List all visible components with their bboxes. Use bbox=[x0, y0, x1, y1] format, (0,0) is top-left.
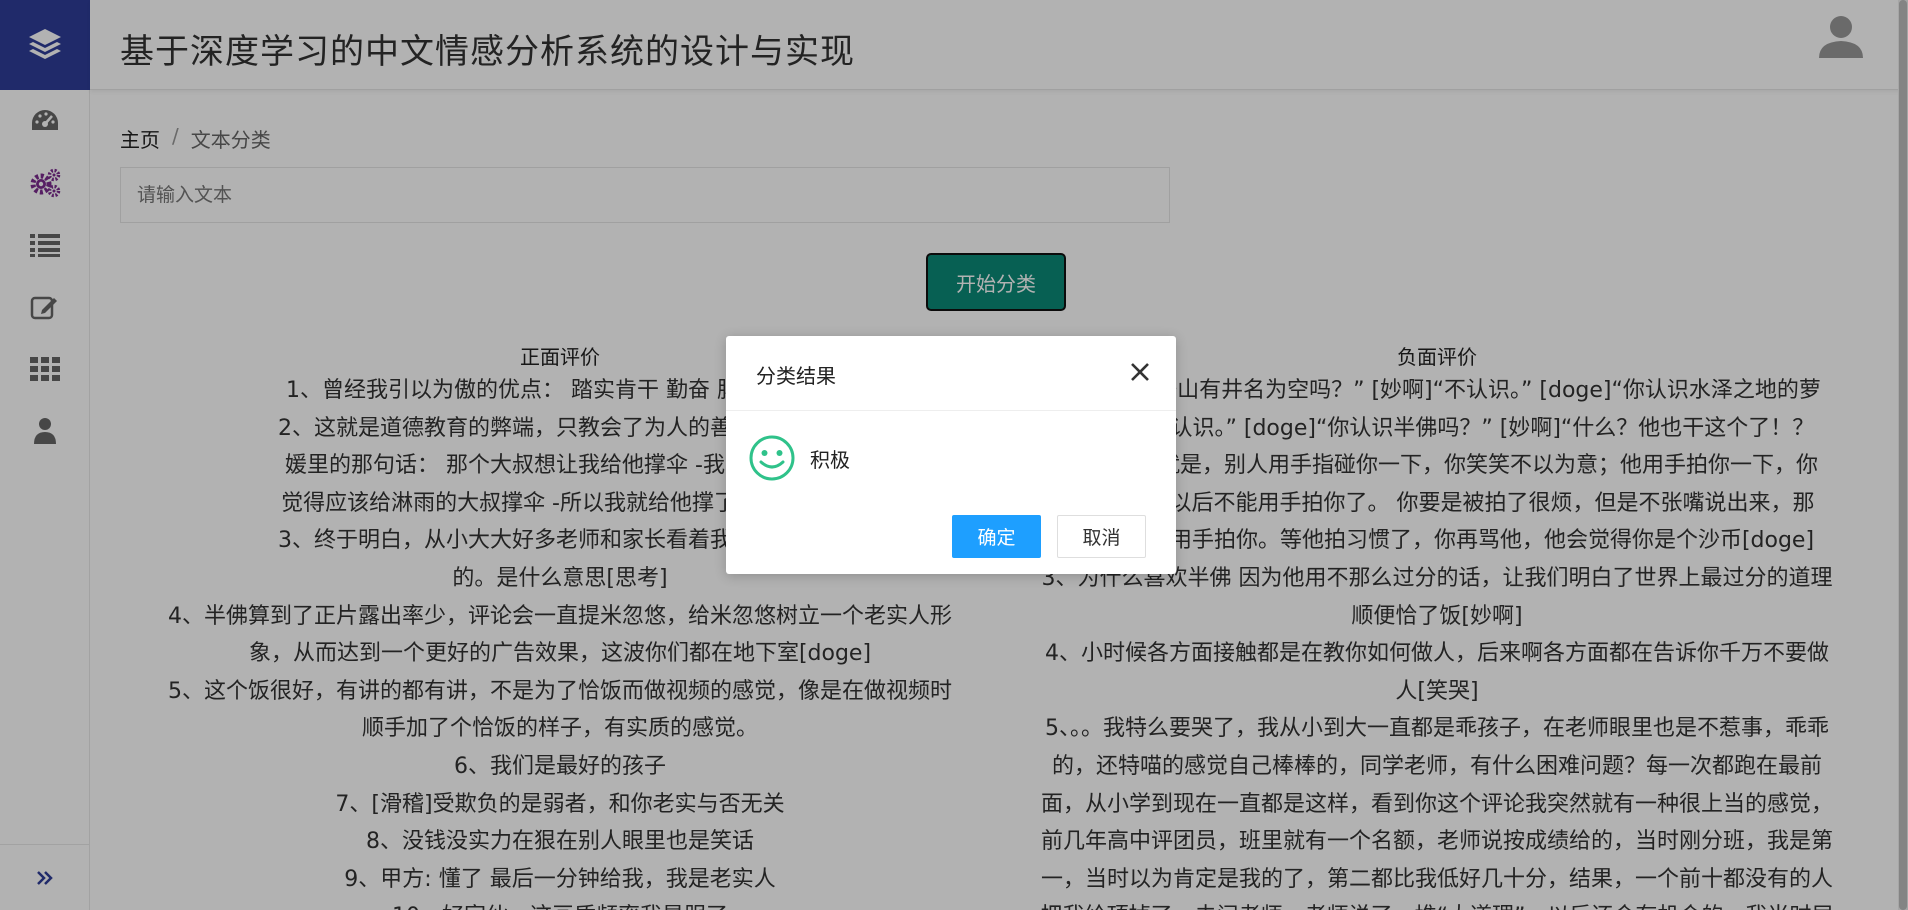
cancel-button[interactable]: 取消 bbox=[1057, 515, 1146, 558]
dialog-footer: 确定 取消 bbox=[952, 515, 1146, 558]
result-label: 积极 bbox=[810, 447, 850, 472]
dialog-title: 分类结果 bbox=[756, 364, 836, 388]
result-row: 积极 bbox=[748, 434, 850, 482]
result-dialog: 分类结果 积极 确定 取消 bbox=[726, 336, 1176, 574]
close-icon[interactable] bbox=[1126, 358, 1154, 386]
ok-button[interactable]: 确定 bbox=[952, 515, 1041, 558]
dialog-header: 分类结果 bbox=[726, 336, 1176, 411]
smile-icon bbox=[749, 435, 795, 481]
